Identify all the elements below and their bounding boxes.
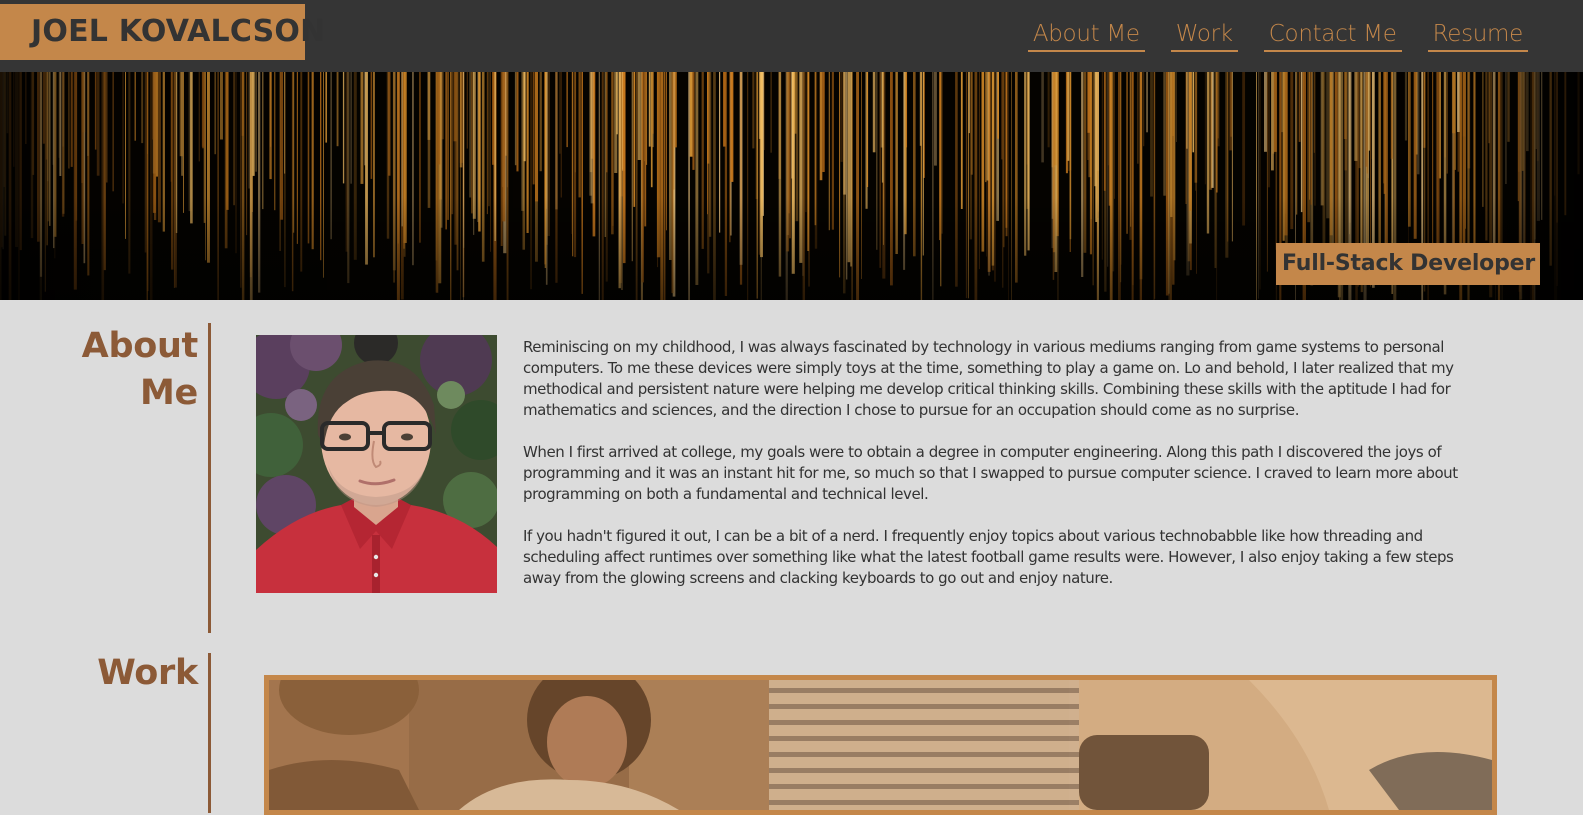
nav-link-about-me[interactable]: About Me	[1027, 18, 1145, 52]
hero-banner: Full-Stack Developer	[0, 72, 1583, 300]
about-paragraph-1: Reminiscing on my childhood, I was alway…	[523, 338, 1454, 419]
site-header: JOEL KOVALCSON About Me Work Contact Me …	[0, 0, 1583, 72]
nav-link-resume[interactable]: Resume	[1427, 18, 1528, 52]
about-section-title: About Me	[0, 323, 199, 417]
site-logo[interactable]: JOEL KOVALCSON	[0, 4, 325, 60]
about-paragraph-3: If you hadn't figured it out, I can be a…	[523, 527, 1454, 587]
main-nav: About Me Work Contact Me Resume	[1027, 18, 1528, 52]
about-section-divider	[208, 323, 211, 633]
nav-link-contact-me[interactable]: Contact Me	[1263, 18, 1402, 52]
profile-photo	[256, 335, 497, 593]
work-section-title: Work	[97, 653, 198, 693]
about-text: Reminiscing on my childhood, I was alway…	[523, 337, 1483, 610]
work-section-divider	[208, 653, 211, 813]
about-title-line-1: About	[81, 326, 199, 366]
nav-link-work[interactable]: Work	[1170, 18, 1238, 52]
hero-tagline: Full-Stack Developer	[1276, 243, 1540, 285]
about-title-line-2: Me	[140, 373, 198, 413]
about-paragraph-2: When I first arrived at college, my goal…	[523, 443, 1458, 503]
featured-work-image[interactable]	[264, 675, 1497, 815]
